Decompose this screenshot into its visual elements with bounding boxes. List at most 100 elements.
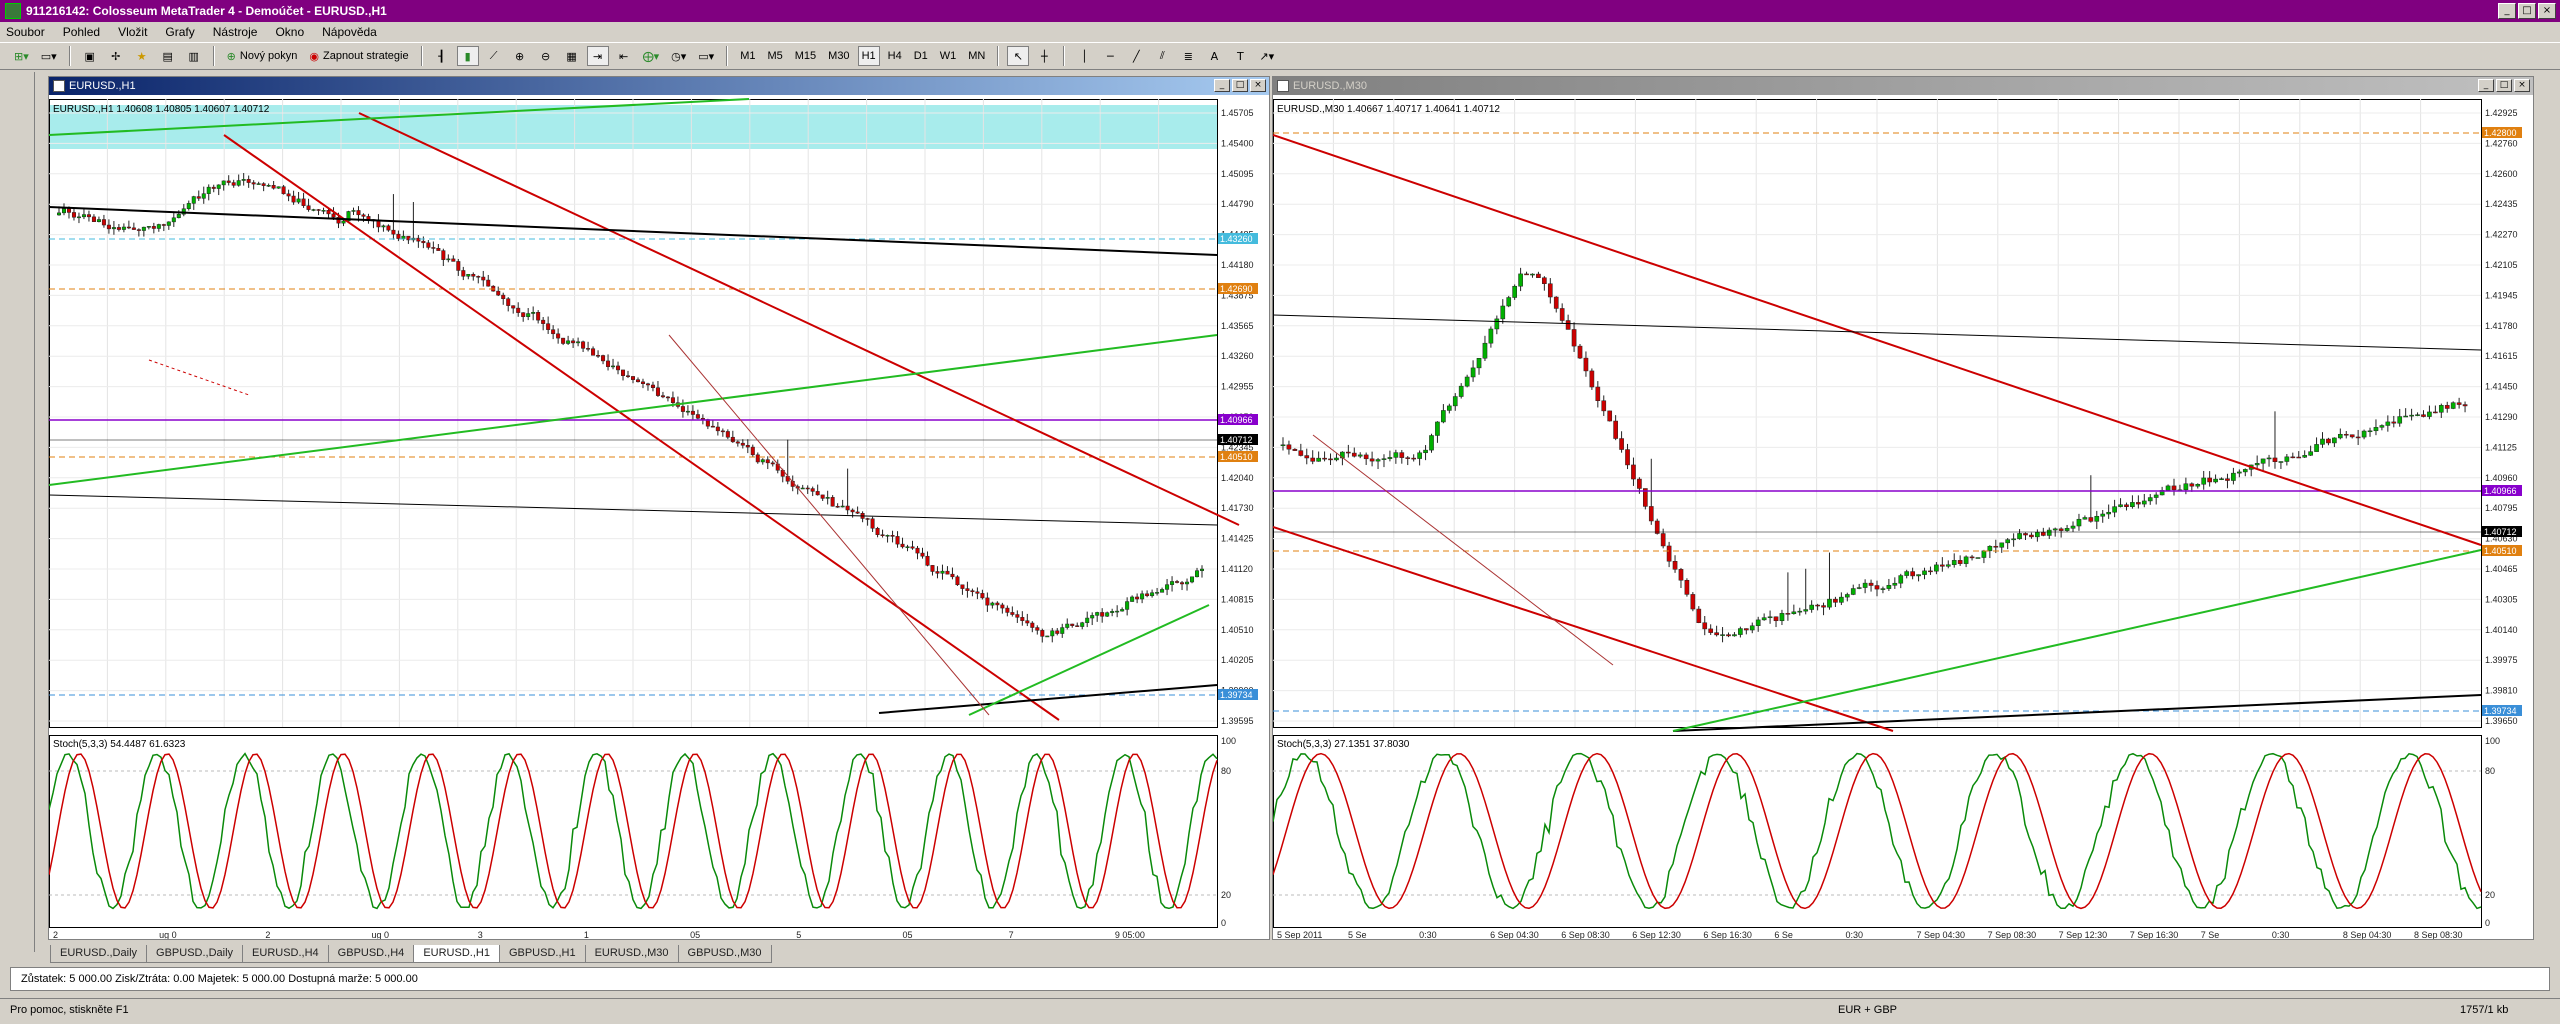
title-bar: 911216142: Colosseum MetaTrader 4 - Demo… [0,0,2560,22]
candle-body [1446,405,1452,411]
price-chart-left[interactable]: 1.457051.454001.450951.447901.444851.441… [49,95,1269,939]
profiles-icon[interactable]: ▭▾ [37,46,61,66]
menu-vlozit[interactable]: Vložit [118,25,147,39]
fibonacci-icon[interactable]: ≣ [1177,46,1199,66]
new-chart-icon[interactable]: ⊞▾ [10,46,33,66]
candle-body [1150,592,1155,597]
tf-mn[interactable]: MN [964,46,989,66]
toggle-strategies-button[interactable]: ◉ Zapnout strategie [305,46,412,66]
candle-body [1025,620,1030,624]
crosshair-icon[interactable]: ┼ [1033,46,1055,66]
candle-body [241,179,246,181]
periods-icon[interactable]: ◷▾ [667,46,690,66]
terminal-icon[interactable]: ▤ [157,46,179,66]
candle-body [331,213,336,218]
candle-body [526,313,531,317]
oscillator-level-label: 0 [1221,918,1226,928]
candle-body [1666,545,1672,562]
candle-body [640,381,645,385]
tester-icon[interactable]: ▥ [183,46,205,66]
tab-gbpusd-h1[interactable]: GBPUSD.,H1 [498,945,586,963]
tab-eurusd-daily[interactable]: EURUSD.,Daily [50,945,148,963]
chart-window-eurusd-h1[interactable]: EURUSD.,H1 _ □ × 1.45705 1.45400 1.45095 1.… [48,76,1270,940]
auto-scroll-icon[interactable]: ⇥ [586,46,609,66]
tf-h4[interactable]: H4 [884,46,906,66]
chart-shift-icon[interactable]: ⇤ [613,46,635,66]
menu-okno[interactable]: Okno [275,25,304,39]
chart-close-button[interactable]: × [1250,79,1266,92]
line-chart-icon[interactable]: ⟋ [483,46,505,66]
tab-eurusd-h4[interactable]: EURUSD.,H4 [242,945,329,963]
tf-w1[interactable]: W1 [936,46,961,66]
candle-body [870,518,875,529]
time-tick-label: ug 0 [159,930,177,939]
candle-body [1839,596,1844,603]
stochastic-signal-line [49,753,1218,909]
candle-chart-icon[interactable]: ▮ [456,46,479,66]
candle-body [835,505,840,508]
candle-body [2017,533,2022,540]
label-icon[interactable]: T [1229,46,1251,66]
stochastic-main-line [1273,752,2482,910]
candle-body [665,396,670,399]
chart-maximize-button[interactable]: □ [1232,79,1248,92]
price-tick-label: 1.41290 [2485,412,2518,422]
left-scroll-gutter[interactable] [14,72,35,952]
candle-body [865,518,870,520]
tab-eurusd-h1[interactable]: EURUSD.,H1 [413,945,500,963]
oscillator-level-label: 20 [1221,890,1231,900]
tab-gbpusd-daily[interactable]: GBPUSD.,Daily [146,945,244,963]
chart-maximize-button[interactable]: □ [2496,79,2512,92]
chart-window-titlebar[interactable]: EURUSD.,H1 _ □ × [49,77,1269,95]
tf-h1[interactable]: H1 [857,46,880,66]
candle-body [311,209,316,211]
menu-grafy[interactable]: Grafy [165,25,194,39]
price-tick-label: 1.39650 [2485,716,2518,726]
navigator-icon[interactable]: ★ [131,46,153,66]
tf-m1[interactable]: M1 [736,46,759,66]
candle-body [855,511,860,514]
terminal-panel[interactable]: Zůstatek: 5 000.00 Zisk/Ztráta: 0.00 Maj… [10,967,2550,991]
new-order-button[interactable]: ⊕ Nový pokyn [223,46,302,66]
candle-body [2189,483,2195,487]
cursor-icon[interactable]: ↖ [1007,46,1030,66]
tab-eurusd-m30[interactable]: EURUSD.,M30 [584,945,679,963]
bar-chart-icon[interactable]: ┨ [431,46,453,66]
tile-windows-icon[interactable]: ▦ [561,46,583,66]
market-watch-icon[interactable]: ▣ [79,46,101,66]
tf-m30[interactable]: M30 [824,46,853,66]
data-window-icon[interactable]: ✢ [105,46,127,66]
menu-napoveda[interactable]: Nápověda [322,25,377,39]
tab-gbpusd-m30[interactable]: GBPUSD.,M30 [677,945,772,963]
maximize-button[interactable]: □ [2518,3,2536,19]
indicators-icon[interactable]: ⨁▾ [639,46,664,66]
menu-soubor[interactable]: Soubor [6,25,45,39]
tf-d1[interactable]: D1 [910,46,932,66]
candle-body [251,182,256,185]
tf-m5[interactable]: M5 [763,46,786,66]
menu-pohled[interactable]: Pohled [63,25,100,39]
candle-body [521,312,526,317]
zoom-out-icon[interactable]: ⊖ [535,46,557,66]
arrows-icon[interactable]: ↗▾ [1255,46,1278,66]
vertical-line-icon[interactable]: │ [1073,46,1095,66]
channel-icon[interactable]: ⫽ [1151,46,1173,66]
chart-window-eurusd-m30[interactable]: EURUSD.,M30 _ □ × 1.42925 1.42760 1.42600 1… [1272,76,2534,940]
zoom-in-icon[interactable]: ⊕ [509,46,531,66]
menu-nastroje[interactable]: Nástroje [213,25,258,39]
horizontal-line-icon[interactable]: ─ [1099,46,1121,66]
tab-gbpusd-h4[interactable]: GBPUSD.,H4 [327,945,415,963]
candle-body [146,226,151,228]
text-icon[interactable]: A [1203,46,1225,66]
tf-m15[interactable]: M15 [791,46,820,66]
minimize-button[interactable]: _ [2498,3,2516,19]
trendline-icon[interactable]: ╱ [1125,46,1147,66]
chart-close-button[interactable]: × [2514,79,2530,92]
chart-minimize-button[interactable]: _ [1214,79,1230,92]
price-chart-right[interactable]: 1.42925 1.42760 1.42600 1.42435 1.42270 1.421… [1273,95,2533,939]
chart-window-titlebar[interactable]: EURUSD.,M30 _ □ × [1273,77,2533,95]
templates-icon[interactable]: ▭▾ [694,46,718,66]
close-button[interactable]: × [2538,3,2556,19]
chart-minimize-button[interactable]: _ [2478,79,2494,92]
candle-body [1298,450,1304,456]
